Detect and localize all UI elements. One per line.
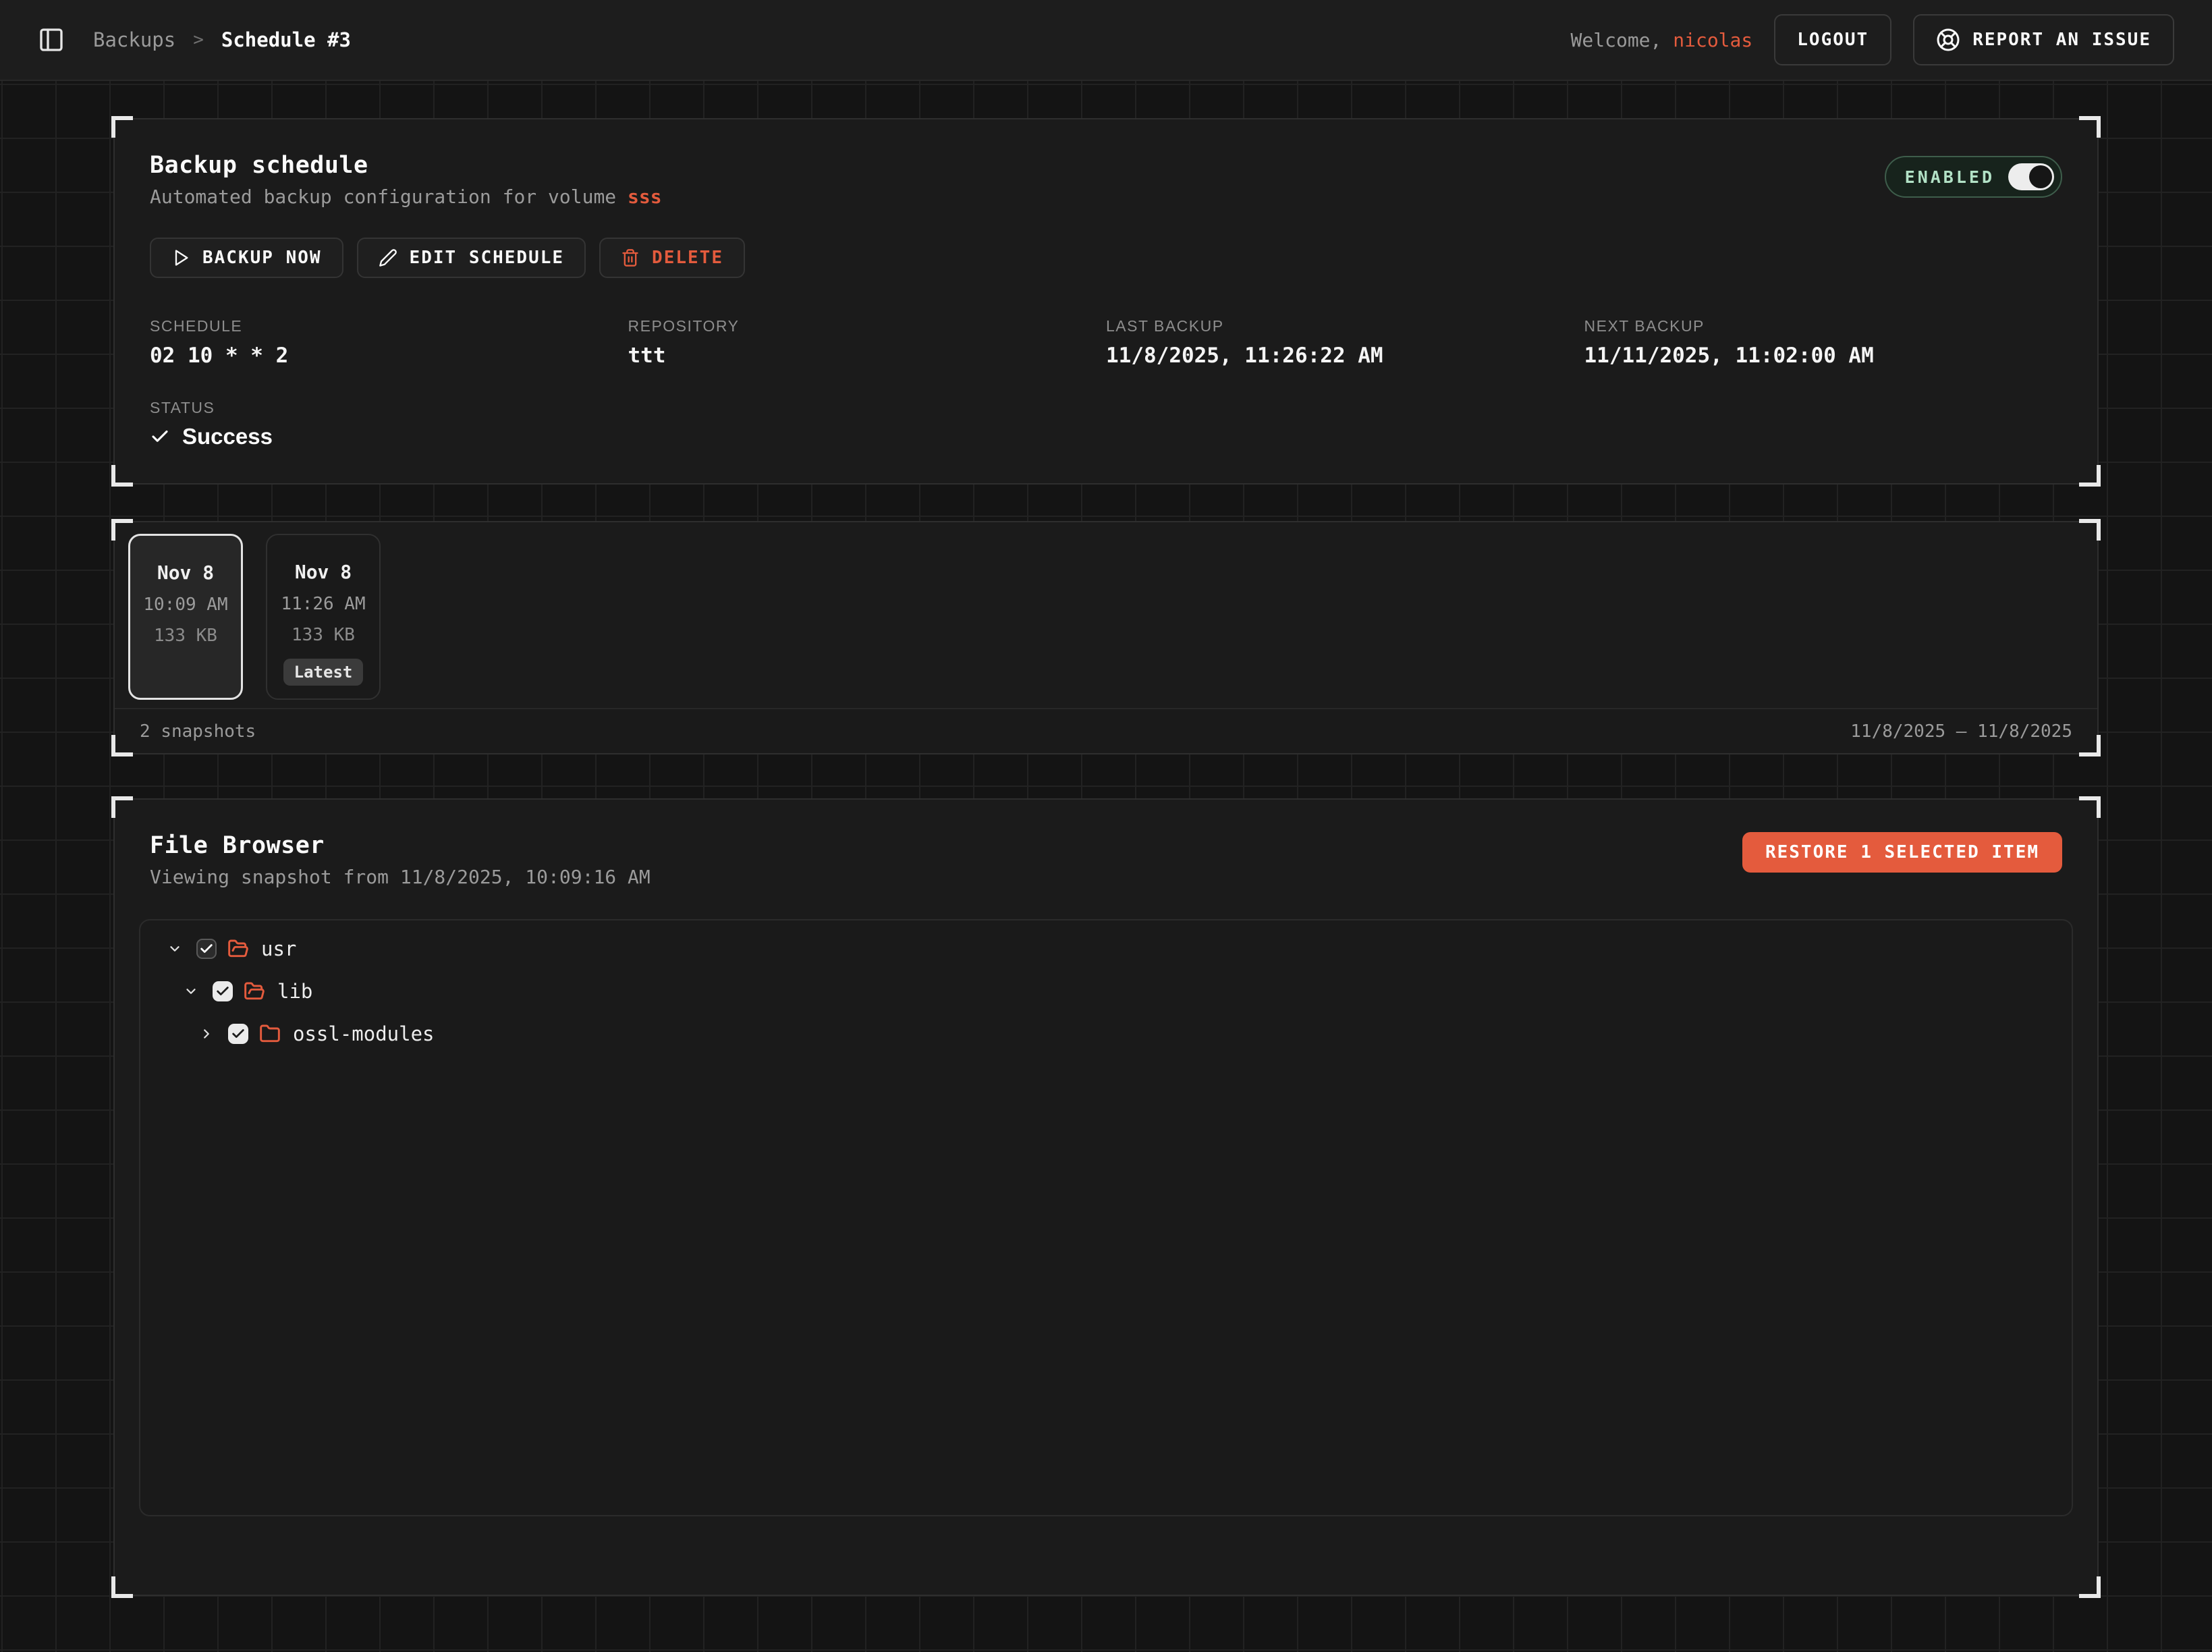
topbar: Backups > Schedule #3 Welcome, nicolas L… <box>0 0 2212 81</box>
corner-bracket <box>111 519 133 541</box>
tree-node-label: usr <box>261 937 296 960</box>
snapshot-date-range: 11/8/2025 – 11/8/2025 <box>1850 721 2072 742</box>
file-browser-title: File Browser <box>150 832 651 859</box>
logout-button[interactable]: LOGOUT <box>1774 14 1891 65</box>
tree-row-ossl-modules[interactable]: ossl-modules <box>157 1012 2055 1055</box>
field-status: STATUS Success <box>150 399 2062 449</box>
volume-name: sss <box>628 186 662 208</box>
toggle-switch[interactable] <box>2008 163 2054 190</box>
corner-bracket <box>2079 796 2101 818</box>
field-next-backup: NEXT BACKUP 11/11/2025, 11:02:00 AM <box>1584 317 2063 368</box>
status-badge: Success <box>150 424 2062 449</box>
snapshot-size: 133 KB <box>292 625 355 645</box>
checkbox-ossl-modules[interactable] <box>228 1024 248 1044</box>
play-icon <box>171 248 190 267</box>
restore-button[interactable]: RESTORE 1 SELECTED ITEM <box>1742 832 2062 873</box>
main-content: Backup schedule Automated backup configu… <box>0 81 2212 1652</box>
field-schedule: SCHEDULE 02 10 * * 2 <box>150 317 628 368</box>
snapshots-panel: Nov 8 10:09 AM 133 KB Nov 8 11:26 AM 133… <box>113 521 2099 754</box>
breadcrumb-separator: > <box>193 30 204 50</box>
username: nicolas <box>1673 29 1752 51</box>
corner-bracket <box>2079 735 2101 756</box>
snapshot-time: 10:09 AM <box>143 595 227 615</box>
sidebar-toggle-button[interactable] <box>38 26 65 53</box>
schedule-details: SCHEDULE 02 10 * * 2 REPOSITORY ttt LAST… <box>150 317 2062 368</box>
field-last-backup: LAST BACKUP 11/8/2025, 11:26:22 AM <box>1106 317 1584 368</box>
tree-row-lib[interactable]: lib <box>157 970 2055 1012</box>
schedule-panel-subtitle: Automated backup configuration for volum… <box>150 186 662 208</box>
backup-schedule-panel: Backup schedule Automated backup configu… <box>113 118 2099 485</box>
tree-row-usr[interactable]: usr <box>157 927 2055 970</box>
trash-icon <box>621 248 640 267</box>
tree-node-label: ossl-modules <box>293 1022 435 1045</box>
breadcrumb-backups[interactable]: Backups <box>93 28 175 51</box>
folder-icon <box>259 1023 281 1045</box>
checkbox-usr[interactable] <box>196 939 217 959</box>
breadcrumb-current: Schedule #3 <box>221 28 351 51</box>
snapshot-list: Nov 8 10:09 AM 133 KB Nov 8 11:26 AM 133… <box>115 522 2097 708</box>
report-issue-button[interactable]: REPORT AN ISSUE <box>1913 14 2174 65</box>
file-browser-panel: File Browser Viewing snapshot from 11/8/… <box>113 798 2099 1596</box>
chevron-down-icon[interactable] <box>167 941 182 957</box>
panel-left-icon <box>38 26 65 53</box>
corner-bracket <box>2079 465 2101 487</box>
toggle-knob <box>2029 165 2052 188</box>
snapshots-footer: 2 snapshots 11/8/2025 – 11/8/2025 <box>115 708 2097 753</box>
snapshot-time: 11:26 AM <box>281 594 365 614</box>
file-tree: usr lib <box>139 919 2073 1516</box>
welcome-text: Welcome, nicolas <box>1571 29 1753 51</box>
snapshot-date: Nov 8 <box>295 561 352 583</box>
delete-button[interactable]: DELETE <box>599 238 745 278</box>
breadcrumb: Backups > Schedule #3 <box>93 28 351 51</box>
chevron-right-icon[interactable] <box>199 1026 214 1042</box>
snapshot-size: 133 KB <box>154 626 217 646</box>
folder-open-icon <box>244 981 265 1002</box>
file-browser-subtitle: Viewing snapshot from 11/8/2025, 10:09:1… <box>150 866 651 888</box>
folder-open-icon <box>227 938 249 960</box>
tree-node-label: lib <box>277 980 312 1003</box>
schedule-panel-title: Backup schedule <box>150 152 662 179</box>
enabled-label: ENABLED <box>1905 167 1995 187</box>
corner-bracket <box>111 796 133 818</box>
snapshot-card[interactable]: Nov 8 11:26 AM 133 KB Latest <box>266 534 381 700</box>
corner-bracket <box>111 465 133 487</box>
corner-bracket <box>111 735 133 756</box>
backup-now-button[interactable]: BACKUP NOW <box>150 238 343 278</box>
snapshot-count: 2 snapshots <box>140 721 256 742</box>
edit-schedule-button[interactable]: EDIT SCHEDULE <box>357 238 586 278</box>
checkbox-lib[interactable] <box>213 981 233 1001</box>
corner-bracket <box>2079 519 2101 541</box>
pencil-icon <box>379 248 397 267</box>
check-icon <box>150 426 170 447</box>
corner-bracket <box>111 116 133 138</box>
snapshot-date: Nov 8 <box>157 561 214 584</box>
corner-bracket <box>111 1576 133 1598</box>
latest-badge: Latest <box>283 659 364 686</box>
snapshot-card-selected[interactable]: Nov 8 10:09 AM 133 KB <box>128 534 243 700</box>
field-repository: REPOSITORY ttt <box>628 317 1107 368</box>
corner-bracket <box>2079 116 2101 138</box>
life-buoy-icon <box>1936 28 1960 52</box>
enabled-toggle[interactable]: ENABLED <box>1885 156 2062 198</box>
chevron-down-icon[interactable] <box>184 983 198 999</box>
corner-bracket <box>2079 1576 2101 1598</box>
